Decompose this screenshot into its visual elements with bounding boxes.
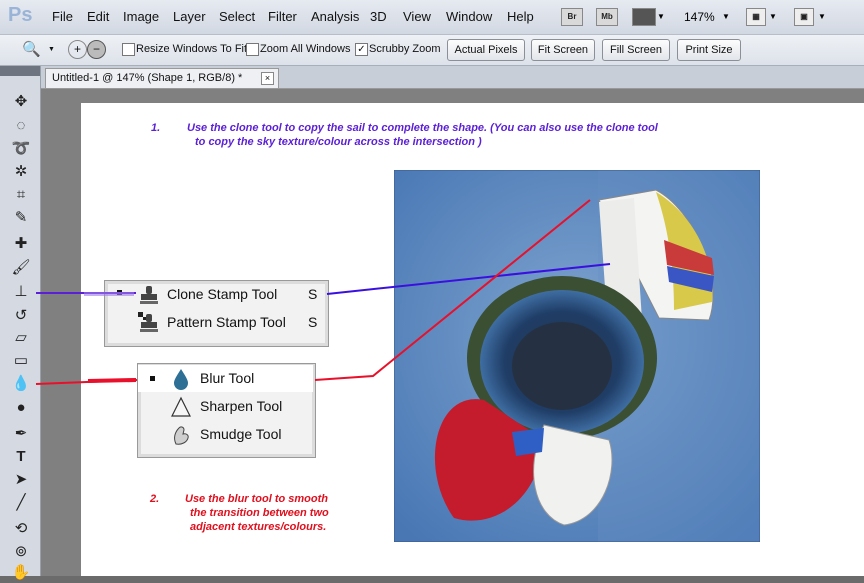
hand-tool-icon[interactable]: ✋ (9, 563, 33, 583)
clone-stamp-tool-item[interactable]: Clone Stamp Tool S (105, 281, 328, 308)
mini-bridge-button[interactable]: Mb (596, 8, 618, 26)
menu-analysis[interactable]: Analysis (311, 9, 359, 24)
pattern-stamp-tool-label: Pattern Stamp Tool (167, 314, 286, 330)
tiny-planet-photo (394, 170, 760, 542)
step1-line1: Use the clone tool to copy the sail to c… (187, 122, 658, 134)
zoom-out-icon[interactable]: − (87, 40, 106, 59)
sharpen-triangle-icon (171, 396, 191, 417)
close-icon[interactable]: × (261, 72, 274, 85)
menu-view[interactable]: View (403, 9, 431, 24)
3d-rotate-tool-icon[interactable]: ⟲ (9, 519, 33, 539)
3d-orbit-tool-icon[interactable]: ⊚ (9, 542, 33, 562)
fill-screen-button[interactable]: Fill Screen (602, 39, 670, 61)
zoom-in-icon[interactable]: + (68, 40, 87, 59)
blur-tool-label: Blur Tool (200, 370, 255, 386)
sharpen-tool-item[interactable]: Sharpen Tool (138, 393, 313, 420)
screen-mode-icon[interactable]: ▣ (794, 8, 814, 26)
menu-bar: Ps File Edit Image Layer Select Filter A… (0, 0, 864, 35)
step1-line2: to copy the sky texture/colour across th… (195, 136, 482, 148)
blur-tool-flyout: Blur Tool Sharpen Tool Smudge Tool (137, 363, 316, 458)
brush-tool-icon[interactable]: 🖌 (9, 258, 33, 278)
dodge-tool-icon[interactable]: ● (9, 398, 33, 418)
photoshop-logo: Ps (8, 4, 33, 26)
menu-window[interactable]: Window (446, 9, 492, 24)
quick-selection-tool-icon[interactable]: ✲ (9, 162, 33, 182)
zoom-level-display[interactable]: 147% (684, 10, 715, 24)
lasso-tool-icon[interactable]: ➰ (9, 139, 33, 159)
resize-windows-label: Resize Windows To Fit (136, 43, 248, 55)
blur-drop-icon (174, 369, 188, 390)
menu-file[interactable]: File (52, 9, 73, 24)
document-tab-title: Untitled-1 @ 147% (Shape 1, RGB/8) * (52, 72, 243, 84)
menu-layer[interactable]: Layer (173, 9, 206, 24)
smudge-tool-item[interactable]: Smudge Tool (138, 421, 313, 448)
blur-tool-icon[interactable]: 💧 (9, 374, 33, 394)
panel-grip[interactable] (0, 66, 40, 76)
pen-tool-icon[interactable]: ✒ (9, 424, 33, 444)
menu-help[interactable]: Help (507, 9, 534, 24)
clone-stamp-icon (140, 286, 158, 304)
scrubby-zoom-label: Scrubby Zoom (369, 43, 441, 55)
actual-pixels-button[interactable]: Actual Pixels (447, 39, 525, 61)
zoom-all-windows-label: Zoom All Windows (260, 43, 351, 55)
chevron-down-icon[interactable]: ▼ (818, 12, 826, 21)
bridge-button[interactable]: Br (561, 8, 583, 26)
selected-marker (150, 376, 155, 381)
healing-brush-tool-icon[interactable]: ✚ (9, 234, 33, 254)
menu-image[interactable]: Image (123, 9, 159, 24)
film-strip-icon[interactable] (632, 8, 656, 26)
line-tool-icon[interactable]: ╱ (9, 493, 33, 513)
pattern-stamp-shortcut: S (308, 314, 318, 330)
options-bar: 🔍 ▼ + − Resize Windows To Fit Zoom All W… (0, 35, 864, 66)
chevron-down-icon[interactable]: ▼ (769, 12, 777, 21)
zoom-tool-icon[interactable]: 🔍 (22, 40, 41, 58)
clone-stamp-shortcut: S (308, 286, 318, 302)
menu-select[interactable]: Select (219, 9, 255, 24)
step2-line1: Use the blur tool to smooth (185, 493, 328, 505)
menu-filter[interactable]: Filter (268, 9, 297, 24)
step2-line3: adjacent textures/colours. (190, 521, 327, 533)
marquee-tool-icon[interactable]: ◌ (9, 116, 33, 136)
move-tool-icon[interactable]: ✥ (9, 92, 33, 112)
selected-marker (117, 290, 122, 295)
crop-tool-icon[interactable]: ⌗ (9, 185, 33, 205)
clone-stamp-tool-icon[interactable]: ⊥ (9, 282, 33, 302)
menu-edit[interactable]: Edit (87, 9, 109, 24)
history-brush-tool-icon[interactable]: ↺ (9, 306, 33, 326)
pattern-stamp-icon (138, 312, 158, 332)
step2-number: 2. (150, 493, 160, 505)
stamp-tool-flyout: Clone Stamp Tool S Pattern Stamp Tool S (104, 280, 329, 347)
bottom-sail-blue-patch (512, 428, 544, 456)
pattern-stamp-tool-item[interactable]: Pattern Stamp Tool S (105, 309, 328, 336)
sharpen-tool-label: Sharpen Tool (200, 398, 283, 414)
step1-number: 1. (151, 122, 161, 134)
blur-tool-item[interactable]: Blur Tool (138, 365, 313, 392)
zoom-all-windows-checkbox[interactable] (246, 43, 259, 56)
chevron-down-icon[interactable]: ▼ (657, 12, 665, 21)
document-tab[interactable]: Untitled-1 @ 147% (Shape 1, RGB/8) * × (45, 68, 279, 88)
print-size-button[interactable]: Print Size (677, 39, 741, 61)
type-tool-icon[interactable]: T (9, 447, 33, 467)
scrubby-zoom-checkbox[interactable]: ✓ (355, 43, 368, 56)
arrange-documents-icon[interactable]: ▦ (746, 8, 766, 26)
resize-windows-checkbox[interactable] (122, 43, 135, 56)
chevron-down-icon[interactable]: ▼ (722, 12, 730, 21)
tools-panel: ✥ ◌ ➰ ✲ ⌗ ✎ ✚ 🖌 ⊥ ↺ ▱ ▭ 💧 ● ✒ T ➤ ╱ ⟲ ⊚ … (0, 66, 41, 581)
smudge-finger-icon (174, 426, 189, 445)
document-tab-bar: Untitled-1 @ 147% (Shape 1, RGB/8) * × (41, 66, 864, 89)
eraser-tool-icon[interactable]: ▱ (9, 328, 33, 348)
chevron-down-icon[interactable]: ▼ (48, 46, 55, 53)
path-selection-tool-icon[interactable]: ➤ (9, 470, 33, 490)
fit-screen-button[interactable]: Fit Screen (531, 39, 595, 61)
eyedropper-tool-icon[interactable]: ✎ (9, 208, 33, 228)
menu-3d[interactable]: 3D (370, 9, 387, 24)
smudge-tool-label: Smudge Tool (200, 426, 282, 442)
step2-line2: the transition between two (190, 507, 329, 519)
water-center (512, 322, 612, 410)
gradient-tool-icon[interactable]: ▭ (9, 351, 33, 371)
clone-stamp-tool-label: Clone Stamp Tool (167, 286, 278, 302)
